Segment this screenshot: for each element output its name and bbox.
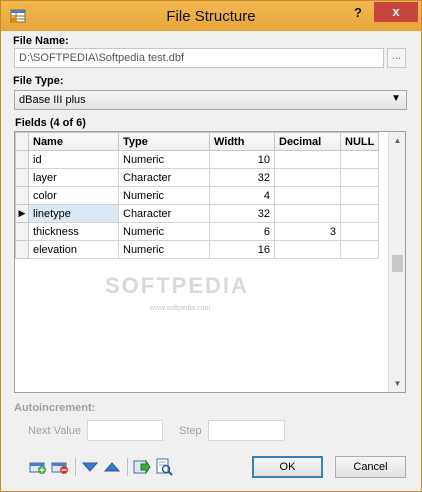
cell-name[interactable]: layer (28, 168, 119, 187)
cell-width[interactable]: 16 (209, 240, 275, 259)
move-down-icon[interactable] (81, 458, 99, 476)
scroll-up-icon[interactable]: ▲ (389, 132, 405, 149)
cell-name-selected[interactable]: linetype (28, 204, 119, 223)
next-value-label: Next Value (28, 425, 81, 437)
export-icon[interactable] (133, 458, 151, 476)
fields-table: Name Type Width Decimal NULL id Numeric … (15, 132, 380, 259)
close-button[interactable]: x (374, 2, 418, 22)
table-row[interactable]: elevation Numeric 16 (15, 240, 380, 259)
table-row[interactable]: thickness Numeric 6 3 (15, 222, 380, 241)
cell-decimal[interactable] (274, 168, 341, 187)
cell-null[interactable] (339, 204, 380, 223)
file-name-label: File Name: (13, 35, 69, 47)
file-type-value: dBase III plus (19, 94, 86, 106)
browse-button[interactable]: ... (387, 48, 406, 68)
row-indicator[interactable] (15, 240, 29, 259)
row-indicator[interactable] (15, 186, 29, 205)
file-name-field[interactable]: D:\SOFTPEDIA\Softpedia test.dbf (14, 48, 384, 68)
cell-name[interactable]: thickness (28, 222, 119, 241)
ok-button[interactable]: OK (252, 456, 323, 478)
cell-null[interactable] (339, 150, 380, 169)
table-row[interactable]: color Numeric 4 (15, 186, 380, 205)
step-field[interactable] (208, 420, 285, 441)
cell-null[interactable] (339, 240, 380, 259)
column-header-null[interactable]: NULL (339, 132, 380, 151)
file-type-select[interactable]: dBase III plus ▼ (14, 90, 407, 110)
preview-icon[interactable] (155, 458, 173, 476)
title-bar[interactable]: File Structure ? x (1, 1, 421, 31)
help-button[interactable]: ? (351, 5, 365, 21)
cell-decimal[interactable] (274, 240, 341, 259)
cell-width[interactable]: 4 (209, 186, 275, 205)
cell-decimal[interactable] (274, 150, 341, 169)
delete-field-icon[interactable] (51, 458, 69, 476)
file-structure-window: File Structure ? x File Name: D:\SOFTPED… (0, 0, 422, 492)
column-header-decimal[interactable]: Decimal (274, 132, 341, 151)
table-row[interactable]: id Numeric 10 (15, 150, 380, 169)
cell-type[interactable]: Numeric (118, 240, 210, 259)
cell-type[interactable]: Numeric (118, 222, 210, 241)
cell-decimal[interactable] (274, 186, 341, 205)
table-row-current[interactable]: ▶ linetype Character 32 (15, 204, 380, 223)
vertical-scrollbar[interactable]: ▲ ▼ (388, 132, 405, 392)
row-indicator[interactable] (15, 150, 29, 169)
cell-type[interactable]: Character (118, 168, 210, 187)
cell-width[interactable]: 6 (209, 222, 275, 241)
toolbar-separator (127, 458, 128, 476)
chevron-down-icon: ▼ (391, 93, 401, 104)
add-field-icon[interactable] (29, 458, 47, 476)
current-row-indicator-icon[interactable]: ▶ (15, 204, 29, 223)
cell-name[interactable]: elevation (28, 240, 119, 259)
cancel-button[interactable]: Cancel (335, 456, 406, 478)
next-value-field[interactable] (87, 420, 163, 441)
cell-type[interactable]: Numeric (118, 150, 210, 169)
cell-null[interactable] (339, 222, 380, 241)
fields-grid[interactable]: Name Type Width Decimal NULL id Numeric … (14, 131, 406, 393)
scroll-down-icon[interactable]: ▼ (389, 375, 405, 392)
toolbar (15, 454, 185, 480)
cell-type[interactable]: Numeric (118, 186, 210, 205)
column-header-name[interactable]: Name (28, 132, 119, 151)
autoincrement-label: Autoincrement: (14, 402, 96, 414)
column-header-width[interactable]: Width (209, 132, 275, 151)
cell-decimal[interactable]: 3 (274, 222, 341, 241)
cell-width[interactable]: 32 (209, 204, 275, 223)
table-row[interactable]: layer Character 32 (15, 168, 380, 187)
cell-name[interactable]: id (28, 150, 119, 169)
fields-label: Fields (4 of 6) (15, 117, 86, 129)
cell-null[interactable] (339, 186, 380, 205)
move-up-icon[interactable] (103, 458, 121, 476)
cell-decimal[interactable] (274, 204, 341, 223)
file-type-label: File Type: (13, 75, 64, 87)
cell-width[interactable]: 10 (209, 150, 275, 169)
cell-name[interactable]: color (28, 186, 119, 205)
cell-null[interactable] (339, 168, 380, 187)
scrollbar-thumb[interactable] (392, 255, 403, 272)
row-indicator[interactable] (15, 168, 29, 187)
column-header-type[interactable]: Type (118, 132, 210, 151)
watermark-url: www.softpedia.com (150, 305, 211, 312)
cell-width[interactable]: 32 (209, 168, 275, 187)
row-indicator[interactable] (15, 222, 29, 241)
watermark: SOFTPEDIA (105, 273, 249, 298)
cell-type[interactable]: Character (118, 204, 210, 223)
table-header-row: Name Type Width Decimal NULL (15, 132, 380, 151)
step-label: Step (179, 425, 202, 437)
toolbar-separator (75, 458, 76, 476)
indicator-header (15, 132, 29, 151)
